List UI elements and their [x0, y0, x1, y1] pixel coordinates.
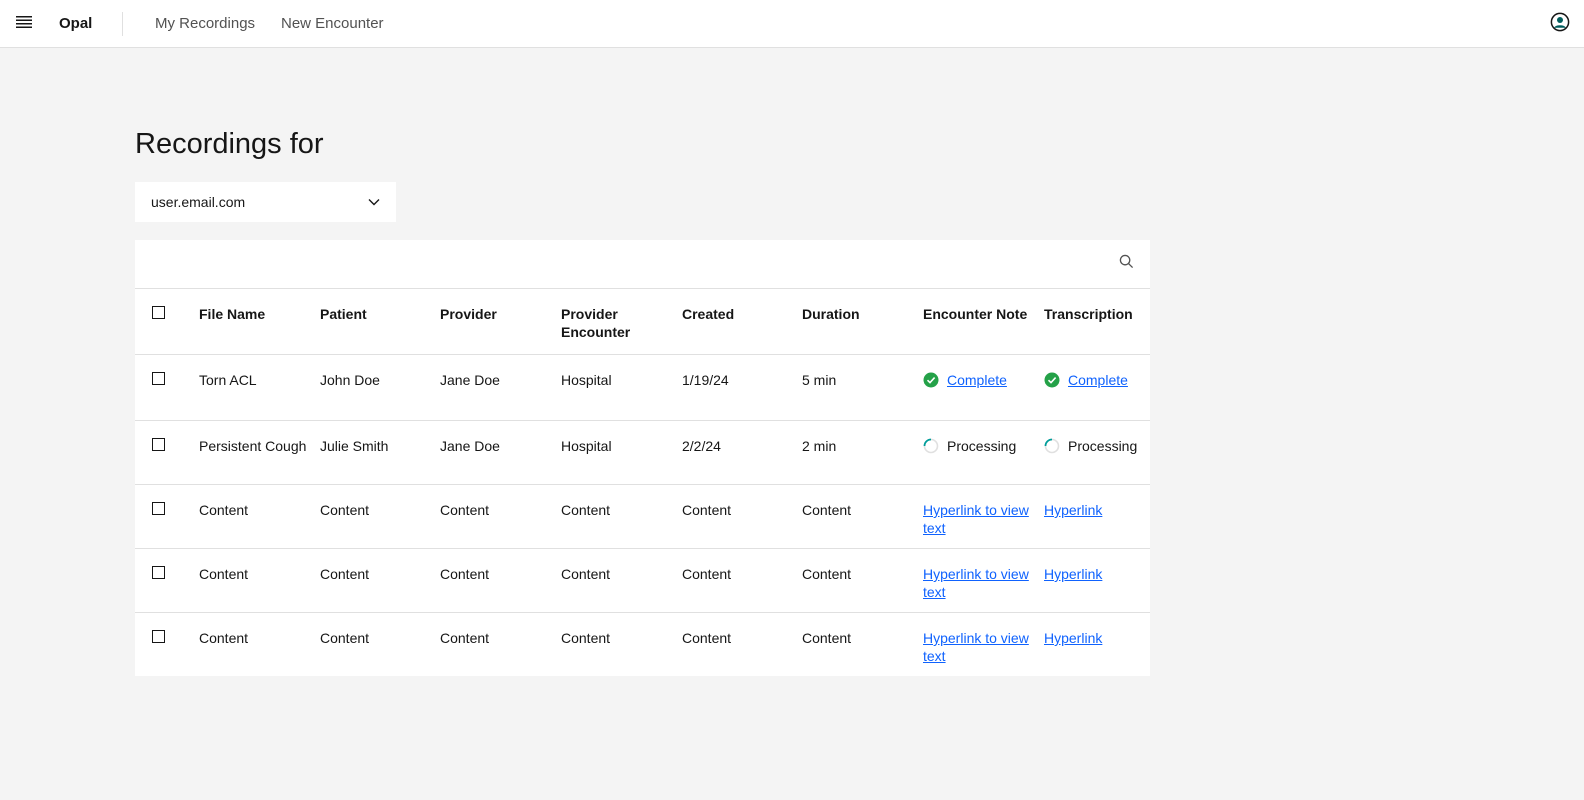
- encounter-note-link[interactable]: Hyperlink to view text: [923, 565, 1033, 601]
- file-name-cell: Persistent Cough: [199, 438, 307, 454]
- column-header-created[interactable]: Created: [682, 305, 792, 323]
- table-search-button[interactable]: [1110, 248, 1142, 280]
- row-checkbox[interactable]: [152, 630, 165, 643]
- created-cell: Content: [682, 502, 732, 518]
- user-profile-button[interactable]: [1536, 0, 1584, 48]
- transcription-link[interactable]: Hyperlink: [1044, 565, 1150, 583]
- row-select-cell: [152, 630, 165, 643]
- file-name-cell: Content: [199, 566, 249, 582]
- column-header-patient[interactable]: Patient: [320, 305, 430, 323]
- column-header-duration[interactable]: Duration: [802, 305, 912, 323]
- encounter-note-status: Processing: [947, 438, 1017, 454]
- created-cell: 2/2/24: [682, 438, 721, 454]
- select-all-checkbox[interactable]: [152, 306, 165, 319]
- provider-encounter-cell: Hospital: [561, 438, 612, 454]
- checkmark-filled-icon: [923, 372, 939, 388]
- table-row[interactable]: Torn ACL John Doe Jane Doe Hospital 1/19…: [135, 355, 1150, 421]
- duration-cell: Content: [802, 566, 852, 582]
- top-header: Opal My Recordings New Encounter: [0, 0, 1584, 48]
- created-cell: Content: [682, 630, 732, 646]
- patient-cell: Content: [320, 502, 370, 518]
- provider-cell: Jane Doe: [440, 372, 500, 388]
- patient-cell: Content: [320, 630, 370, 646]
- table-row[interactable]: Content Content Content Content Content …: [135, 549, 1150, 613]
- file-name-cell: Content: [199, 630, 249, 646]
- table-row[interactable]: Persistent Cough Julie Smith Jane Doe Ho…: [135, 421, 1150, 485]
- transcription-status: Processing: [1068, 438, 1138, 454]
- transcription-cell: Processing: [1044, 437, 1150, 455]
- column-header-file-name[interactable]: File Name: [199, 305, 309, 323]
- provider-encounter-cell: Content: [561, 502, 611, 518]
- menu-icon: [16, 15, 32, 34]
- header-divider: [122, 12, 123, 36]
- brand-name[interactable]: Opal: [59, 0, 92, 48]
- provider-cell: Content: [440, 502, 490, 518]
- provider-cell: Jane Doe: [440, 438, 500, 454]
- duration-cell: 5 min: [802, 372, 837, 388]
- patient-cell: Julie Smith: [320, 438, 389, 454]
- row-checkbox[interactable]: [152, 502, 165, 515]
- patient-cell: John Doe: [320, 372, 380, 388]
- loading-spinner-icon: [923, 438, 939, 454]
- row-select-cell: [152, 566, 165, 579]
- user-avatar-icon: [1550, 12, 1570, 37]
- encounter-note-link[interactable]: Hyperlink to view text: [923, 629, 1033, 665]
- file-name-cell: Torn ACL: [199, 372, 257, 388]
- encounter-note-link[interactable]: Hyperlink to view text: [923, 501, 1033, 537]
- transcription-link[interactable]: Hyperlink: [1044, 629, 1150, 647]
- table-toolbar: [135, 240, 1150, 289]
- page-title: Recordings for: [135, 128, 324, 160]
- row-checkbox[interactable]: [152, 566, 165, 579]
- column-header-encounter-note[interactable]: Encounter Note: [923, 305, 1033, 323]
- transcription-link[interactable]: Complete: [1068, 371, 1128, 389]
- recordings-table: File Name Patient Provider Provider Enco…: [135, 240, 1150, 676]
- row-checkbox[interactable]: [152, 372, 165, 385]
- created-cell: Content: [682, 566, 732, 582]
- column-header-provider[interactable]: Provider: [440, 305, 550, 323]
- provider-cell: Content: [440, 630, 490, 646]
- encounter-note-link[interactable]: Complete: [947, 371, 1007, 389]
- menu-button[interactable]: [0, 0, 48, 48]
- account-dropdown-value: user.email.com: [151, 194, 246, 210]
- account-dropdown[interactable]: user.email.com: [135, 182, 396, 222]
- column-header-transcription[interactable]: Transcription: [1044, 305, 1150, 323]
- transcription-cell: Complete: [1044, 371, 1150, 389]
- encounter-note-cell: Complete: [923, 371, 1033, 389]
- column-header-provider-encounter[interactable]: Provider Encounter: [561, 305, 671, 341]
- encounter-note-cell: Processing: [923, 437, 1033, 455]
- search-icon: [1119, 254, 1134, 274]
- checkmark-filled-icon: [1044, 372, 1060, 388]
- select-all-cell: [152, 306, 165, 319]
- provider-cell: Content: [440, 566, 490, 582]
- chevron-down-icon: [368, 193, 380, 211]
- provider-encounter-cell: Hospital: [561, 372, 612, 388]
- duration-cell: Content: [802, 630, 852, 646]
- nav-new-encounter[interactable]: New Encounter: [281, 0, 384, 48]
- table-row[interactable]: Content Content Content Content Content …: [135, 613, 1150, 677]
- duration-cell: 2 min: [802, 438, 837, 454]
- table-header-row: File Name Patient Provider Provider Enco…: [135, 289, 1150, 355]
- provider-encounter-cell: Content: [561, 630, 611, 646]
- file-name-cell: Content: [199, 502, 249, 518]
- row-checkbox[interactable]: [152, 438, 165, 451]
- row-select-cell: [152, 502, 165, 515]
- patient-cell: Content: [320, 566, 370, 582]
- transcription-link[interactable]: Hyperlink: [1044, 501, 1150, 519]
- provider-encounter-cell: Content: [561, 566, 611, 582]
- row-select-cell: [152, 438, 165, 451]
- loading-spinner-icon: [1044, 438, 1060, 454]
- nav-my-recordings[interactable]: My Recordings: [155, 0, 255, 48]
- table-row[interactable]: Content Content Content Content Content …: [135, 485, 1150, 549]
- created-cell: 1/19/24: [682, 372, 729, 388]
- row-select-cell: [152, 372, 165, 385]
- duration-cell: Content: [802, 502, 852, 518]
